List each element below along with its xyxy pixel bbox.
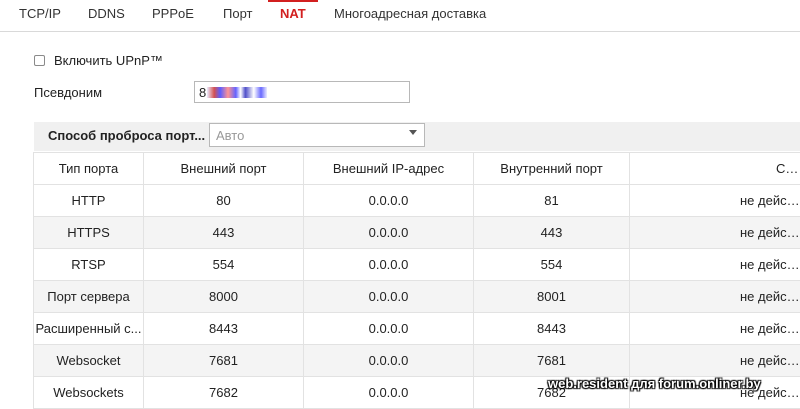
header-internal-port: Внутренний порт bbox=[474, 153, 630, 185]
cell-external-ip: 0.0.0.0 bbox=[304, 249, 474, 281]
table-row[interactable]: Порт сервера 8000 0.0.0.0 8001 не действ… bbox=[34, 281, 800, 313]
table-row[interactable]: RTSP 554 0.0.0.0 554 не действительный bbox=[34, 249, 800, 281]
tab-nat[interactable]: NAT bbox=[268, 0, 318, 33]
tab-ddns[interactable]: DDNS bbox=[88, 0, 125, 31]
cell-status: не действительный bbox=[630, 313, 800, 345]
upnp-label: Включить UPnP™ bbox=[54, 53, 163, 68]
cell-external-port: 554 bbox=[144, 249, 304, 281]
cell-internal-port: 8443 bbox=[474, 313, 630, 345]
alias-label: Псевдоним bbox=[34, 85, 102, 100]
cell-status: не действительный bbox=[630, 185, 800, 217]
table-row[interactable]: HTTP 80 0.0.0.0 81 не действительный bbox=[34, 185, 800, 217]
header-status: Статус bbox=[630, 153, 800, 185]
table-row[interactable]: Websocket 7681 0.0.0.0 7681 не действите… bbox=[34, 345, 800, 377]
table-row[interactable]: HTTPS 443 0.0.0.0 443 не действительный bbox=[34, 217, 800, 249]
mapping-mode-label: Способ проброса порт... bbox=[48, 128, 205, 143]
cell-external-port: 7682 bbox=[144, 377, 304, 409]
tab-pppoe[interactable]: PPPoE bbox=[152, 0, 194, 31]
chevron-down-icon bbox=[409, 130, 417, 135]
cell-external-ip: 0.0.0.0 bbox=[304, 185, 474, 217]
cell-port-type: Расширенный с... bbox=[34, 313, 144, 345]
tab-port[interactable]: Порт bbox=[223, 0, 252, 31]
mapping-mode-select[interactable]: Авто bbox=[209, 123, 425, 147]
cell-status: не действительный bbox=[630, 345, 800, 377]
cell-port-type: HTTPS bbox=[34, 217, 144, 249]
watermark-text: web.resident для forum.onliner.by bbox=[548, 376, 761, 391]
cell-port-type: RTSP bbox=[34, 249, 144, 281]
header-external-ip: Внешний IP-адрес bbox=[304, 153, 474, 185]
cell-status: не действительный bbox=[630, 281, 800, 313]
cell-internal-port: 8001 bbox=[474, 281, 630, 313]
cell-external-port: 8443 bbox=[144, 313, 304, 345]
table-row[interactable]: Расширенный с... 8443 0.0.0.0 8443 не де… bbox=[34, 313, 800, 345]
tab-tcpip[interactable]: TCP/IP bbox=[19, 0, 61, 31]
cell-external-port: 8000 bbox=[144, 281, 304, 313]
header-port-type: Тип порта bbox=[34, 153, 144, 185]
redaction-mask bbox=[207, 87, 267, 98]
cell-external-ip: 0.0.0.0 bbox=[304, 281, 474, 313]
cell-status: не действительный bbox=[630, 217, 800, 249]
table-header-row: Тип порта Внешний порт Внешний IP-адрес … bbox=[34, 153, 800, 185]
cell-external-ip: 0.0.0.0 bbox=[304, 377, 474, 409]
cell-port-type: HTTP bbox=[34, 185, 144, 217]
cell-external-port: 80 bbox=[144, 185, 304, 217]
cell-internal-port: 81 bbox=[474, 185, 630, 217]
tab-bar: TCP/IP DDNS PPPoE Порт NAT Многоадресная… bbox=[0, 0, 800, 32]
cell-port-type: Порт сервера bbox=[34, 281, 144, 313]
cell-internal-port: 443 bbox=[474, 217, 630, 249]
cell-internal-port: 7681 bbox=[474, 345, 630, 377]
cell-status: не действительный bbox=[630, 249, 800, 281]
cell-external-ip: 0.0.0.0 bbox=[304, 345, 474, 377]
mapping-mode-value: Авто bbox=[216, 128, 244, 143]
port-mapping-table: Тип порта Внешний порт Внешний IP-адрес … bbox=[33, 152, 800, 409]
cell-external-port: 7681 bbox=[144, 345, 304, 377]
cell-internal-port: 554 bbox=[474, 249, 630, 281]
cell-external-port: 443 bbox=[144, 217, 304, 249]
upnp-checkbox[interactable] bbox=[34, 55, 45, 66]
header-external-port: Внешний порт bbox=[144, 153, 304, 185]
cell-external-ip: 0.0.0.0 bbox=[304, 217, 474, 249]
cell-port-type: Websocket bbox=[34, 345, 144, 377]
cell-port-type: Websockets bbox=[34, 377, 144, 409]
tab-multicast[interactable]: Многоадресная доставка bbox=[334, 0, 486, 31]
cell-external-ip: 0.0.0.0 bbox=[304, 313, 474, 345]
